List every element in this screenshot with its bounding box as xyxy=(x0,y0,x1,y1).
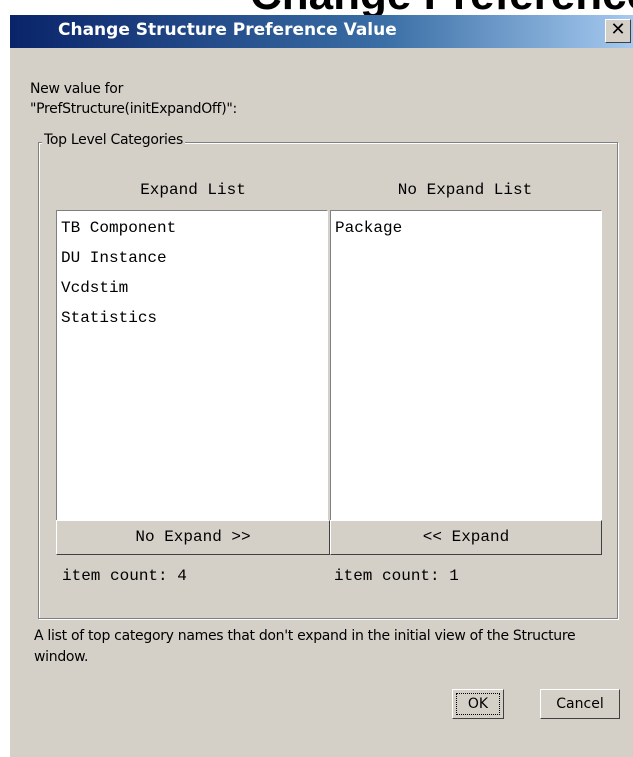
cancel-button[interactable]: Cancel xyxy=(540,689,620,719)
close-icon: ✕ xyxy=(610,19,626,40)
prompt-line-2: "PrefStructure(initExpandOff)": xyxy=(30,101,237,117)
expand-button[interactable]: << Expand xyxy=(330,520,602,555)
group-label: Top Level Categories xyxy=(42,132,185,148)
no-expand-list-header: No Expand List xyxy=(397,181,533,199)
no-expand-listbox[interactable]: Package xyxy=(330,210,602,536)
expand-listbox[interactable]: TB Component DU Instance Vcdstim Statist… xyxy=(56,210,328,536)
list-item[interactable]: TB Component xyxy=(61,219,176,237)
close-button[interactable]: ✕ xyxy=(605,19,631,43)
no-expand-button[interactable]: No Expand >> xyxy=(56,520,330,555)
expand-list-header: Expand List xyxy=(140,181,246,199)
description-text: A list of top category names that don't … xyxy=(34,628,576,665)
ok-button[interactable]: OK xyxy=(452,689,504,719)
dialog-title: Change Structure Preference Value xyxy=(58,20,397,40)
list-item[interactable]: Statistics xyxy=(61,309,157,327)
no-expand-item-count: item count: 1 xyxy=(334,567,459,585)
list-item[interactable]: Vcdstim xyxy=(61,279,128,297)
expand-item-count: item count: 4 xyxy=(62,567,187,585)
dialog-titlebar[interactable]: Change Structure Preference Value ✕ xyxy=(10,15,633,48)
list-item[interactable]: Package xyxy=(335,219,402,237)
list-item[interactable]: DU Instance xyxy=(61,249,167,267)
change-structure-preference-dialog: Change Structure Preference Value ✕ New … xyxy=(10,15,633,757)
prompt-line-1: New value for xyxy=(30,81,124,97)
